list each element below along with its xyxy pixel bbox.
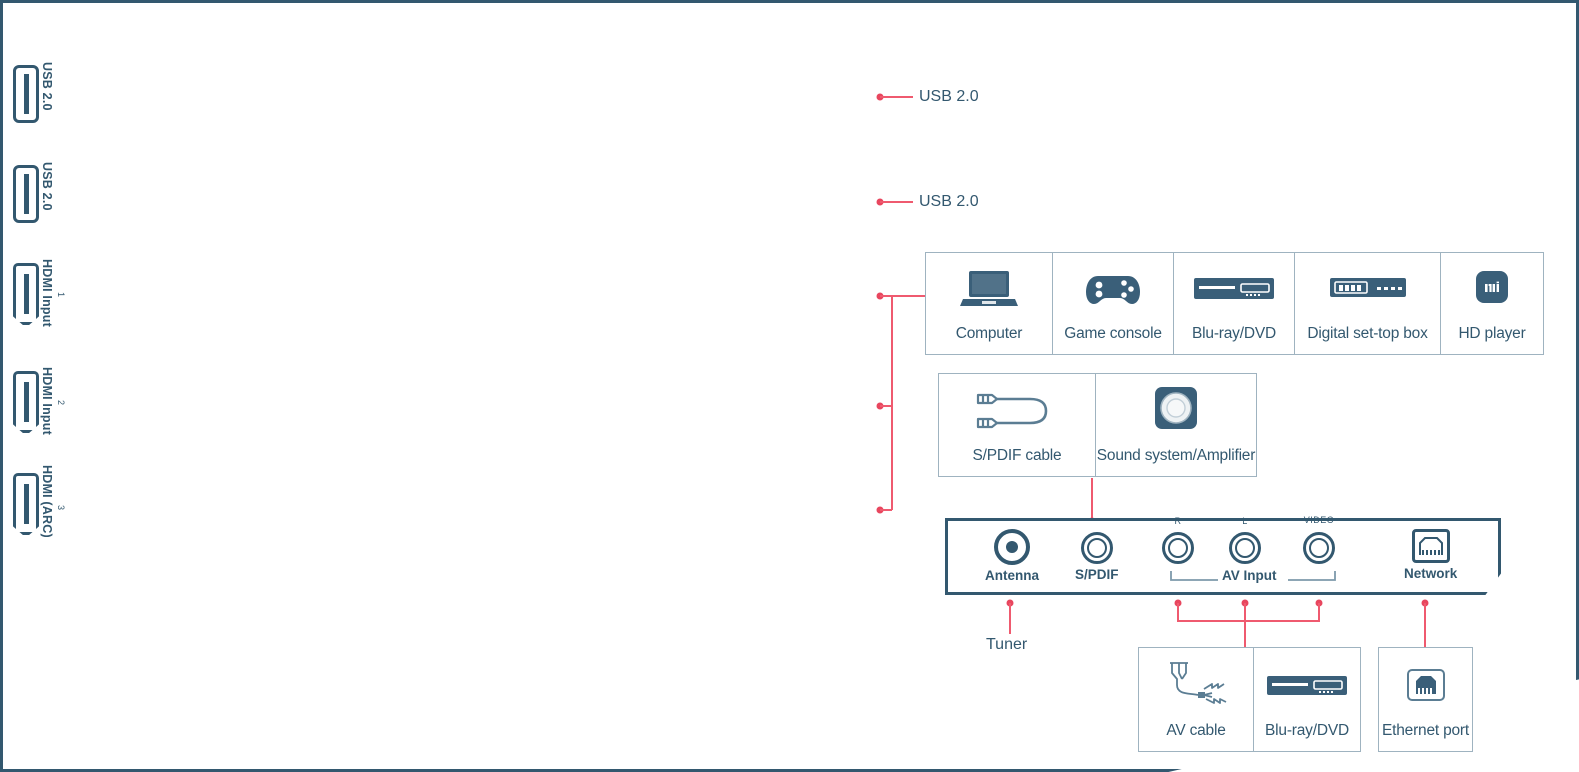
network-device-grid: Ethernet port	[1378, 647, 1473, 752]
port-hdmi-2[interactable]	[13, 371, 39, 433]
jack-label-antenna: Antenna	[985, 568, 1039, 583]
device-label-sound-system: Sound system/Amplifier	[1096, 447, 1256, 464]
port-label-hdmi-3-arc: HDMI (ARC)	[40, 465, 54, 538]
set-top-box-icon	[1295, 253, 1440, 325]
callout-drop-av-center	[1244, 603, 1246, 648]
rj45-icon	[1379, 648, 1472, 722]
callout-line-usb-1	[880, 96, 913, 98]
speaker-icon	[1096, 374, 1256, 447]
hdmi-device-grid: Computer Game console Blu-ray/DVD Digita…	[925, 252, 1544, 355]
device-card-sound-system[interactable]: Sound system/Amplifier	[1095, 373, 1257, 477]
av-device-grid: AV cable Blu-ray/DVD	[1138, 647, 1361, 752]
port-usb-1[interactable]	[13, 65, 39, 123]
device-label-spdif-cable: S/PDIF cable	[972, 447, 1062, 464]
jack-label-spdif: S/PDIF	[1075, 567, 1119, 582]
device-card-hd-player[interactable]: HD player	[1440, 252, 1544, 355]
jack-network[interactable]: Network	[1404, 529, 1457, 581]
port-label-hdmi-2: HDMI Input	[40, 367, 54, 435]
jack-av-video[interactable]	[1303, 532, 1335, 564]
device-label-hd-player: HD player	[1458, 325, 1526, 342]
jack-label-network: Network	[1404, 566, 1458, 581]
callout-line-usb-2	[880, 201, 913, 203]
callout-label-usb-2: USB 2.0	[919, 193, 979, 210]
callout-line-tuner	[1009, 603, 1011, 634]
device-label-bluray-dvd: Blu-ray/DVD	[1192, 325, 1276, 342]
rca-jack-icon	[1080, 532, 1113, 564]
callout-drop-av-r	[1177, 603, 1179, 621]
rca-jack-icon	[1229, 532, 1261, 564]
port-hdmi-1[interactable]	[13, 263, 39, 325]
callout-bracket-av	[1177, 620, 1320, 622]
gamepad-icon	[1053, 253, 1173, 325]
av-input-group-label: AV Input	[1222, 568, 1277, 583]
device-card-set-top-box[interactable]: Digital set-top box	[1294, 252, 1440, 355]
device-card-spdif-cable[interactable]: S/PDIF cable	[938, 373, 1095, 477]
callout-label-tuner: Tuner	[986, 636, 1028, 653]
callout-line-spdif	[1091, 478, 1093, 520]
rca-jack-icon	[1303, 532, 1335, 564]
port-hdmi-3-arc[interactable]	[13, 473, 39, 535]
rj45-icon	[1411, 529, 1450, 563]
device-label-set-top-box: Digital set-top box	[1307, 325, 1428, 342]
device-card-computer[interactable]: Computer	[925, 252, 1052, 355]
port-number-hdmi-3: 3	[56, 505, 66, 511]
jack-antenna[interactable]: Antenna	[985, 529, 1039, 583]
jack-av-left[interactable]	[1229, 532, 1261, 564]
device-card-game-console[interactable]: Game console	[1052, 252, 1173, 355]
device-card-bluray-dvd[interactable]: Blu-ray/DVD	[1173, 252, 1294, 355]
callout-label-usb-1: USB 2.0	[919, 88, 979, 105]
port-label-usb-2: USB 2.0	[40, 162, 54, 211]
port-label-hdmi-1: HDMI Input	[40, 259, 54, 327]
bluray-player-icon	[1174, 253, 1294, 325]
jack-spdif[interactable]: S/PDIF	[1075, 532, 1119, 582]
bluray-player-icon	[1254, 648, 1360, 722]
rca-jack-icon	[1162, 532, 1194, 564]
jack-mini-label-l: L	[1242, 516, 1248, 526]
audio-device-grid: S/PDIF cable Sound system/Amplifier	[938, 373, 1257, 477]
device-label-av-bluray: Blu-ray/DVD	[1265, 722, 1349, 739]
callout-line-network	[1424, 603, 1426, 648]
device-label-game-console: Game console	[1064, 325, 1162, 342]
callout-line-hdmi-to-devices	[891, 295, 925, 297]
port-number-hdmi-1: 1	[56, 292, 66, 298]
device-label-computer: Computer	[955, 325, 1023, 342]
antenna-icon	[994, 529, 1030, 565]
jack-av-right[interactable]	[1162, 532, 1194, 564]
laptop-icon	[926, 253, 1052, 325]
av-cable-icon	[1139, 648, 1253, 722]
device-card-av-bluray[interactable]: Blu-ray/DVD	[1253, 647, 1361, 752]
port-number-hdmi-2: 2	[56, 400, 66, 406]
jack-mini-label-r: R	[1174, 516, 1182, 526]
port-label-usb-1: USB 2.0	[40, 62, 54, 111]
port-usb-2[interactable]	[13, 165, 39, 223]
device-card-ethernet-port[interactable]: Ethernet port	[1378, 647, 1473, 752]
device-label-ethernet-port: Ethernet port	[1381, 722, 1469, 739]
device-label-av-cable: AV cable	[1166, 722, 1226, 739]
mi-box-icon	[1441, 253, 1543, 325]
tv-port-panel: USB 2.0 USB 2.0 HDMI Input 1 HDMI Input …	[0, 0, 1579, 772]
jack-mini-label-video: VIDEO	[1303, 515, 1335, 525]
callout-drop-av-video	[1318, 603, 1320, 621]
rca-cable-icon	[939, 374, 1095, 447]
callout-bracket-hdmi	[891, 295, 893, 510]
device-card-av-cable[interactable]: AV cable	[1138, 647, 1253, 752]
